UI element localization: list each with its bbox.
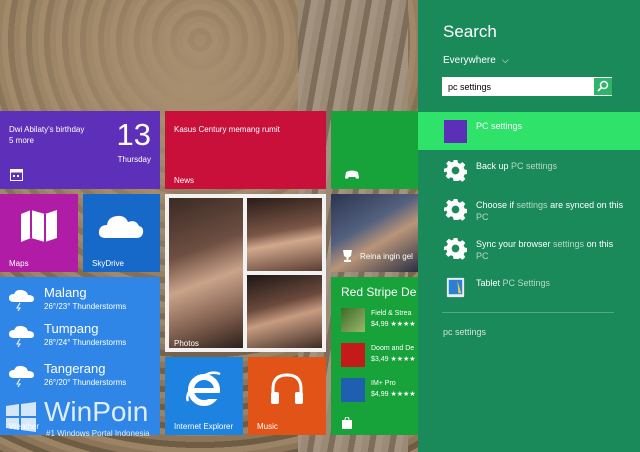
search-box[interactable] [442,77,612,96]
search-result-back-up[interactable]: Back up PC settings [418,151,640,189]
calendar-day: Thursday [117,155,151,164]
app-thumbnail [341,378,365,402]
photos-label: Photos [174,339,199,348]
internet-explorer-icon [186,371,221,406]
app-price: $3,49 ★★★★ [371,356,416,363]
map-icon [21,210,57,242]
search-input[interactable] [443,78,598,95]
calendar-more: 5 more [9,136,34,145]
weather-city-name: Tumpang [44,321,99,336]
games-tile[interactable] [331,111,418,189]
search-result-sync-settings[interactable]: Choose if settings are synced on this PC [418,190,640,228]
weather-city-name: Tangerang [44,361,106,376]
weather-forecast: 28°/24° Thunderstorms [44,338,127,347]
photo-bottom [247,275,322,348]
store-title: Red Stripe De [341,285,417,299]
calendar-event: Dwi Abilaty's birthday [9,125,85,134]
gear-icon [444,159,467,182]
store-tile[interactable]: Red Stripe De Field & Strea $4,99 ★★★★ D… [331,277,418,435]
weather-forecast: 26°/23° Thunderstorms [44,302,127,311]
gear-icon [444,237,467,260]
search-result-browser-sync[interactable]: Sync your browser settings on this PC [418,229,640,267]
winpoin-tagline: #1 Windows Portal Indonesia [46,429,150,438]
maps-tile[interactable]: Maps [0,194,78,272]
maps-label: Maps [9,259,29,268]
app-price: $4,99 ★★★★ [371,391,416,398]
app-name: Field & Strea [371,310,412,317]
app-price: $4,99 ★★★★ [371,321,416,328]
search-result-label: PC settings [476,121,523,131]
search-icon [597,80,609,92]
calendar-icon [10,169,23,181]
app-thumbnail [341,308,365,332]
calendar-date: 13 [116,117,151,152]
chevron-down-icon: ⌵ [501,55,509,65]
headphones-icon [271,373,303,404]
game-controller-icon [345,170,359,179]
sport-tile[interactable]: Reina ingin gel [331,194,418,272]
news-headline: Kasus Century memang rumit [174,125,280,134]
search-suggestion[interactable]: pc settings [443,327,486,337]
search-result-label: Choose if settings are synced on this PC [476,200,624,222]
cloud-icon [98,215,144,238]
search-button[interactable] [594,78,612,95]
weather-forecast: 26°/20° Thunderstorms [44,378,127,387]
search-result-label: Sync your browser settings on this PC [476,239,614,261]
search-result-label: Back up PC settings [476,161,558,171]
results-divider [442,312,614,313]
search-scope-dropdown[interactable]: Everywhere ⌵ [443,55,509,66]
search-title: Search [443,22,497,41]
tablet-icon [446,277,465,298]
thunderstorm-icon [9,365,34,387]
search-result-pc-settings[interactable]: PC settings [418,112,640,150]
winpoin-logo-icon [6,402,36,432]
music-tile[interactable]: Music [248,357,326,435]
search-result-tablet-pc-settings[interactable]: Tablet PC Settings [418,268,640,306]
store-bag-icon [342,417,352,429]
app-name: IM+ Pro [371,380,396,387]
news-tile[interactable]: Kasus Century memang rumit News [165,111,326,189]
photo-large [169,198,243,348]
internet-explorer-tile[interactable]: Internet Explorer [165,357,243,435]
photo-top [247,198,322,271]
search-scope-label: Everywhere [443,55,496,66]
app-name: Doom and De [371,345,415,352]
trophy-icon [343,250,352,262]
thunderstorm-icon [9,289,34,311]
search-pane: Search Everywhere ⌵ PC settings Back up P… [418,0,640,452]
search-result-label: Tablet PC Settings [476,278,551,288]
gear-icon [444,198,467,221]
music-label: Music [257,422,278,431]
pc-settings-tile-icon [444,120,467,143]
thunderstorm-icon [9,325,34,347]
weather-city-name: Malang [44,285,87,300]
skydrive-tile[interactable]: SkyDrive [83,194,160,272]
photos-tile[interactable]: Photos [165,194,326,352]
news-label: News [174,176,195,185]
internet-explorer-label: Internet Explorer [174,422,234,431]
sport-text: Reina ingin gel [360,252,413,261]
app-thumbnail [341,343,365,367]
winpoin-brand: WinPoin [44,396,149,427]
skydrive-label: SkyDrive [92,259,125,268]
calendar-tile[interactable]: Dwi Abilaty's birthday 5 more 13 Thursda… [0,111,160,189]
